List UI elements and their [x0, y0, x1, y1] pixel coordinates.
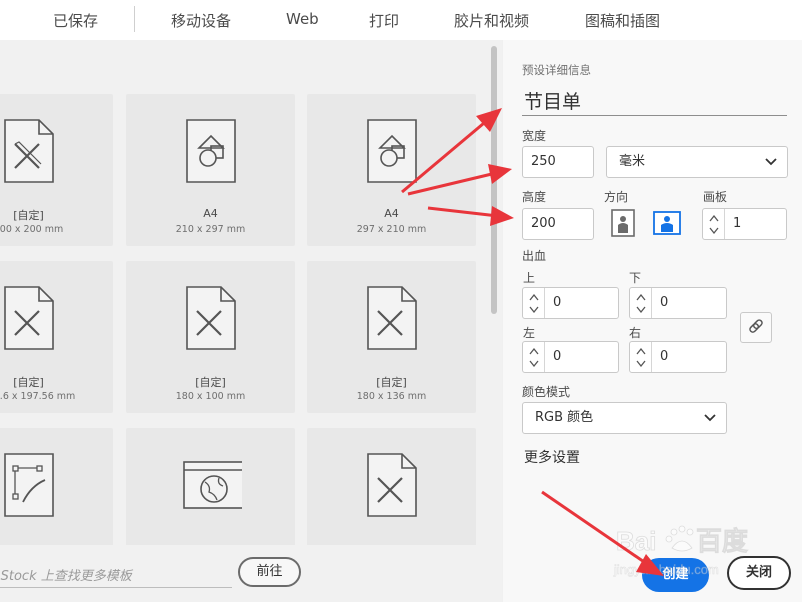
stock-search-bar: 在 Adobe Stock 上查找更多模板 前往	[0, 545, 476, 602]
document-name-input[interactable]: 节目单	[522, 84, 787, 116]
width-input[interactable]: 250	[522, 146, 594, 178]
tab-divider	[134, 6, 135, 32]
chevron-up-icon[interactable]	[636, 294, 646, 301]
document-pencil-icon	[3, 119, 54, 183]
bleed-right-label: 右	[629, 326, 642, 340]
bleed-bottom-stepper[interactable]: 0	[629, 287, 727, 319]
svg-text:Bai: Bai	[616, 526, 656, 556]
bleed-right-value: 0	[660, 349, 669, 364]
section-title: 预设详细信息	[522, 63, 591, 77]
preset-name: [自定]	[13, 376, 44, 389]
preset-card[interactable]: A4 210 x 297 mm	[126, 94, 295, 246]
chevron-up-icon[interactable]	[709, 215, 719, 222]
document-pencil-icon	[3, 286, 54, 350]
orientation-label: 方向	[604, 190, 629, 204]
tab-saved[interactable]: 已保存	[53, 10, 98, 31]
bleed-label: 出血	[522, 249, 547, 263]
preset-name: [自定]	[13, 209, 44, 222]
artboards-label: 画板	[703, 190, 728, 204]
preset-card[interactable]: A4 297 x 210 mm	[307, 94, 476, 246]
stepper-arrows[interactable]	[523, 342, 545, 372]
document-vector-pen-icon	[3, 453, 54, 517]
chevron-up-icon[interactable]	[529, 294, 539, 301]
document-shapes-icon	[366, 119, 417, 183]
color-mode-value: RGB 颜色	[535, 410, 594, 425]
stock-link-text[interactable]: 在 Adobe Stock 上查找更多模板	[0, 565, 132, 584]
artboards-stepper[interactable]: 1	[702, 208, 787, 240]
tab-film-video[interactable]: 胶片和视频	[454, 10, 529, 31]
preset-size: 180 x 136 mm	[356, 391, 427, 402]
stepper-arrows[interactable]	[703, 209, 725, 239]
document-pencil-icon	[366, 286, 417, 350]
preset-details-panel: 预设详细信息 节目单 宽度 250 毫米 高度 200 方向 画板 1 出血 上…	[503, 40, 802, 602]
preset-card[interactable]: [自定] 200 x 200 mm	[0, 94, 113, 246]
preset-name: A4	[384, 207, 399, 220]
preset-card[interactable]: [自定] 180 x 136 mm	[307, 261, 476, 413]
tab-web[interactable]: Web	[286, 10, 319, 28]
bleed-left-stepper[interactable]: 0	[522, 341, 619, 373]
height-input[interactable]: 200	[522, 208, 594, 240]
tab-print[interactable]: 打印	[369, 10, 399, 31]
preset-name: [自定]	[376, 376, 407, 389]
new-document-dialog: 已保存 移动设备 Web 打印 胶片和视频 图稿和插图 [自定] 200 x 2…	[0, 0, 802, 602]
portrait-orientation-icon[interactable]	[611, 209, 635, 237]
bleed-top-value: 0	[553, 295, 562, 310]
tab-art-illustration[interactable]: 图稿和插图	[585, 10, 660, 31]
landscape-orientation-icon[interactable]	[653, 211, 681, 235]
chevron-down-icon[interactable]	[529, 360, 539, 367]
chevron-up-icon[interactable]	[636, 348, 646, 355]
bleed-left-value: 0	[553, 349, 562, 364]
artboards-value: 1	[733, 216, 742, 231]
chevron-down-icon[interactable]	[709, 227, 719, 234]
preset-size: 200 x 200 mm	[0, 224, 64, 235]
bleed-bottom-value: 0	[660, 295, 669, 310]
color-mode-label: 颜色模式	[522, 385, 571, 399]
preset-size: 180 x 100 mm	[175, 391, 246, 402]
baidu-watermark-logo: Bai 百度 jingyan.baidu.com	[613, 525, 748, 577]
bleed-top-stepper[interactable]: 0	[522, 287, 619, 319]
category-tabbar: 已保存 移动设备 Web 打印 胶片和视频 图稿和插图	[0, 0, 802, 40]
document-pencil-icon	[185, 286, 236, 350]
document-pencil-icon	[366, 453, 417, 517]
width-label: 宽度	[522, 129, 547, 143]
preset-size: 297 x 210 mm	[356, 224, 427, 235]
chevron-up-icon[interactable]	[529, 348, 539, 355]
bleed-bottom-label: 下	[629, 271, 642, 285]
more-settings-button[interactable]: 更多设置	[524, 447, 580, 467]
stepper-arrows[interactable]	[630, 288, 652, 318]
bleed-right-stepper[interactable]: 0	[629, 341, 727, 373]
go-button[interactable]: 前往	[238, 557, 301, 587]
chevron-down-icon[interactable]	[636, 360, 646, 367]
bleed-left-label: 左	[523, 326, 536, 340]
link-chain-icon	[749, 319, 763, 333]
unit-value: 毫米	[619, 154, 646, 169]
chevron-down-icon	[765, 158, 777, 166]
stepper-arrows[interactable]	[523, 288, 545, 318]
link-bleed-button[interactable]	[740, 312, 772, 343]
unit-select[interactable]: 毫米	[606, 146, 788, 178]
stepper-arrows[interactable]	[630, 342, 652, 372]
preset-name: A4	[203, 207, 218, 220]
chevron-down-icon[interactable]	[529, 306, 539, 313]
chevron-down-icon	[704, 414, 716, 422]
preset-grid: [自定] 200 x 200 mm A4 210 x 297 mm A4 297…	[0, 40, 502, 602]
color-mode-select[interactable]: RGB 颜色	[522, 402, 727, 434]
web-globe-icon	[182, 461, 242, 509]
preset-size: 210 x 297 mm	[175, 224, 246, 235]
preset-card[interactable]: [自定] 279.6 x 197.56 mm	[0, 261, 113, 413]
svg-text:百度: 百度	[696, 526, 748, 556]
document-shapes-icon	[185, 119, 236, 183]
preset-size: 279.6 x 197.56 mm	[0, 391, 76, 402]
stock-underline	[0, 587, 232, 588]
preset-card[interactable]: [自定] 180 x 100 mm	[126, 261, 295, 413]
preset-scrollbar[interactable]	[491, 46, 497, 314]
chevron-down-icon[interactable]	[636, 306, 646, 313]
height-label: 高度	[522, 190, 547, 204]
preset-name: [自定]	[195, 376, 226, 389]
tab-mobile[interactable]: 移动设备	[171, 10, 231, 31]
bleed-top-label: 上	[523, 271, 536, 285]
svg-text:jingyan.baidu.com: jingyan.baidu.com	[613, 562, 719, 577]
